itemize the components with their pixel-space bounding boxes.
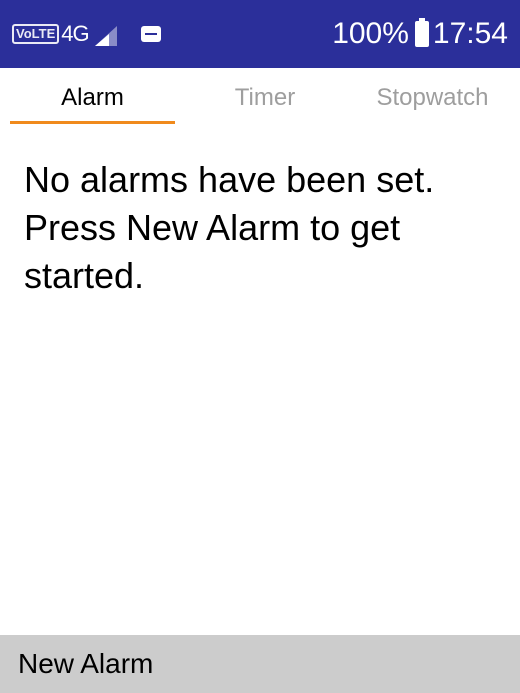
tab-stopwatch[interactable]: Stopwatch — [345, 68, 520, 128]
message-icon — [140, 26, 161, 42]
new-alarm-softkey[interactable]: New Alarm — [18, 648, 153, 680]
empty-state-message: No alarms have been set. Press New Alarm… — [24, 159, 435, 296]
status-bar: VoLTE 4G 100% 17:54 — [0, 0, 520, 68]
tab-timer-label: Timer — [234, 84, 296, 111]
softkey-bar: New Alarm — [0, 635, 520, 693]
status-time: 17:54 — [432, 17, 508, 50]
tab-timer[interactable]: Timer — [185, 68, 345, 128]
network-type: 4G — [61, 21, 89, 46]
tab-alarm-label: Alarm — [61, 84, 124, 111]
battery-full-icon — [414, 18, 429, 47]
tab-selected-indicator — [10, 121, 175, 124]
signal-icon — [94, 26, 117, 46]
tab-bar: Alarm Timer Stopwatch — [0, 68, 520, 128]
tab-alarm[interactable]: Alarm — [0, 68, 185, 128]
tab-stopwatch-label: Stopwatch — [376, 84, 489, 111]
status-left-group: VoLTE 4G — [12, 0, 161, 68]
battery-percent: 100% — [332, 17, 409, 50]
volte-badge: VoLTE — [12, 24, 60, 44]
status-right-group: 100% 17:54 — [332, 0, 508, 68]
